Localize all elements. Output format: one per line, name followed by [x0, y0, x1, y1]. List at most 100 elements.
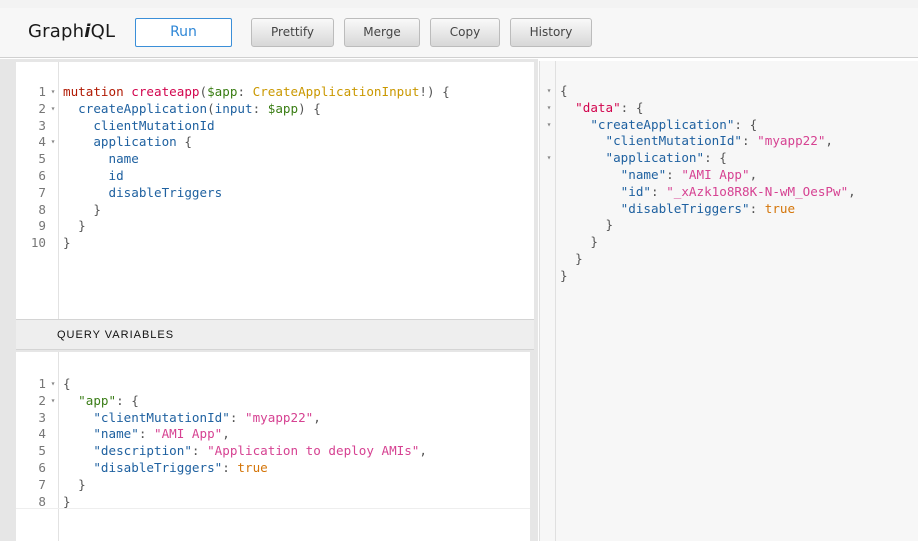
code-token: { [560, 83, 568, 98]
code-text: } [560, 234, 598, 251]
code-token: "name" [93, 426, 139, 442]
query-editor[interactable]: 1 ▾ mutation createapp($app: CreateApplica… [16, 62, 534, 319]
code-token: ( [207, 100, 215, 116]
code-line[interactable]: 4 "name": "AMI App", [16, 426, 530, 443]
fold-arrow-icon[interactable]: ▾ [544, 83, 554, 100]
code-line[interactable]: ▾ "data": { [540, 100, 918, 117]
fold-arrow-icon[interactable]: ▾ [544, 100, 554, 117]
code-token: "data" [575, 99, 621, 115]
code-line[interactable]: 5 "description": "Application to deploy … [16, 443, 530, 460]
code-line[interactable]: "disableTriggers": true [540, 201, 918, 218]
code-token: input [214, 100, 253, 116]
code-text: } [560, 251, 583, 268]
code-text: id [63, 168, 123, 185]
top-band [0, 0, 918, 8]
query-code[interactable]: 1 ▾ mutation createapp($app: CreateApplica… [16, 84, 534, 252]
line-number: 6 [38, 459, 46, 475]
code-line[interactable]: 5 name [16, 151, 534, 168]
code-line[interactable]: 3 clientMutationId [16, 118, 534, 135]
code-line[interactable]: 7 } [16, 477, 530, 494]
code-token: ( [199, 84, 208, 99]
code-line[interactable]: "id": "_xAzk1o8R8K-N-wM_OesPw", [540, 184, 918, 201]
app-title: GraphiQL [28, 21, 116, 42]
result-pane[interactable]: ▾{▾ "data": {▾ "createApplication": { "c… [539, 61, 918, 541]
variables-editor[interactable]: 1 ▾{2 ▾ "app": {3 "clientMutationId": "mya… [16, 352, 530, 541]
code-text: disableTriggers [63, 185, 222, 202]
code-token: } [63, 493, 71, 509]
code-token: : [741, 133, 758, 149]
code-token: "disableTriggers" [620, 200, 750, 216]
code-token: "disableTriggers" [93, 459, 223, 475]
code-line[interactable]: 2 ▾ "app": { [16, 393, 530, 410]
history-button[interactable]: History [510, 18, 592, 47]
code-line[interactable]: 2 ▾ createApplication(input: $app) { [16, 101, 534, 118]
fold-arrow-icon[interactable]: ▾ [48, 101, 58, 118]
code-line[interactable]: } [540, 217, 918, 234]
code-line[interactable]: ▾ "createApplication": { [540, 117, 918, 134]
code-token: : [237, 84, 253, 99]
code-text: "disableTriggers": true [63, 459, 267, 477]
code-line[interactable]: } [540, 268, 918, 285]
code-line[interactable]: 6 "disableTriggers": true [16, 460, 530, 477]
fold-arrow-icon[interactable]: ▾ [48, 393, 58, 410]
code-token: CreateApplicationInput [252, 84, 420, 99]
code-text: "name": "AMI App", [63, 426, 230, 443]
fold-arrow-icon[interactable]: ▾ [48, 84, 58, 101]
line-number: 2 [38, 100, 46, 116]
code-token: true [764, 200, 796, 216]
code-text: } [560, 268, 568, 285]
code-line[interactable]: ▾{ [540, 83, 918, 100]
code-line[interactable]: "clientMutationId": "myapp22", [540, 133, 918, 150]
variables-code[interactable]: 1 ▾{2 ▾ "app": {3 "clientMutationId": "mya… [16, 376, 530, 510]
code-token: } [560, 267, 568, 283]
code-line[interactable]: 7 disableTriggers [16, 185, 534, 202]
code-token: mutation [63, 84, 132, 99]
code-text: "createApplication": { [560, 117, 757, 134]
code-line[interactable]: 3 "clientMutationId": "myapp22", [16, 410, 530, 427]
code-line[interactable]: 8 } [16, 202, 534, 219]
run-button[interactable]: Run [135, 18, 232, 47]
variables-divider [16, 508, 530, 509]
code-line[interactable]: 1 ▾ mutation createapp($app: CreateApplica… [16, 84, 534, 101]
code-text: "app": { [63, 393, 139, 410]
code-token: , [419, 443, 427, 459]
merge-button[interactable]: Merge [344, 18, 420, 47]
line-number: 9 [38, 218, 46, 234]
code-line[interactable]: 10} [16, 235, 534, 252]
code-line[interactable]: 9 } [16, 218, 534, 235]
fold-arrow-icon[interactable]: ▾ [48, 134, 58, 151]
code-line[interactable]: } [540, 234, 918, 251]
code-token: : [138, 426, 155, 442]
code-token: , [749, 166, 758, 182]
fold-arrow-icon[interactable]: ▾ [544, 117, 554, 134]
code-text: "disableTriggers": true [560, 201, 795, 218]
code-line[interactable]: ▾ "application": { [540, 150, 918, 167]
code-line[interactable]: } [540, 251, 918, 268]
line-number: 3 [38, 409, 46, 425]
code-line[interactable]: 4 ▾ application { [16, 134, 534, 151]
code-token: } [560, 250, 583, 266]
query-variables-header[interactable]: QUERY VARIABLES [16, 319, 534, 350]
line-number: 7 [38, 476, 46, 492]
fold-arrow-icon[interactable]: ▾ [544, 150, 554, 167]
line-number: 2 [38, 392, 46, 408]
code-text: "name": "AMI App", [560, 166, 758, 184]
code-text: { [560, 83, 568, 100]
fold-arrow-icon[interactable]: ▾ [48, 376, 58, 393]
code-line[interactable]: "name": "AMI App", [540, 167, 918, 184]
code-token: "id" [620, 183, 652, 199]
line-number: 4 [38, 426, 46, 442]
copy-button[interactable]: Copy [430, 18, 500, 47]
code-token: "clientMutationId" [605, 133, 742, 149]
code-token: , [848, 183, 856, 199]
code-line[interactable]: 6 id [16, 168, 534, 185]
code-line[interactable]: 1 ▾ { [16, 376, 530, 393]
code-token: "createApplication" [590, 116, 735, 132]
prettify-button[interactable]: Prettify [251, 18, 334, 47]
result-code[interactable]: ▾{▾ "data": {▾ "createApplication": { "c… [540, 83, 918, 285]
